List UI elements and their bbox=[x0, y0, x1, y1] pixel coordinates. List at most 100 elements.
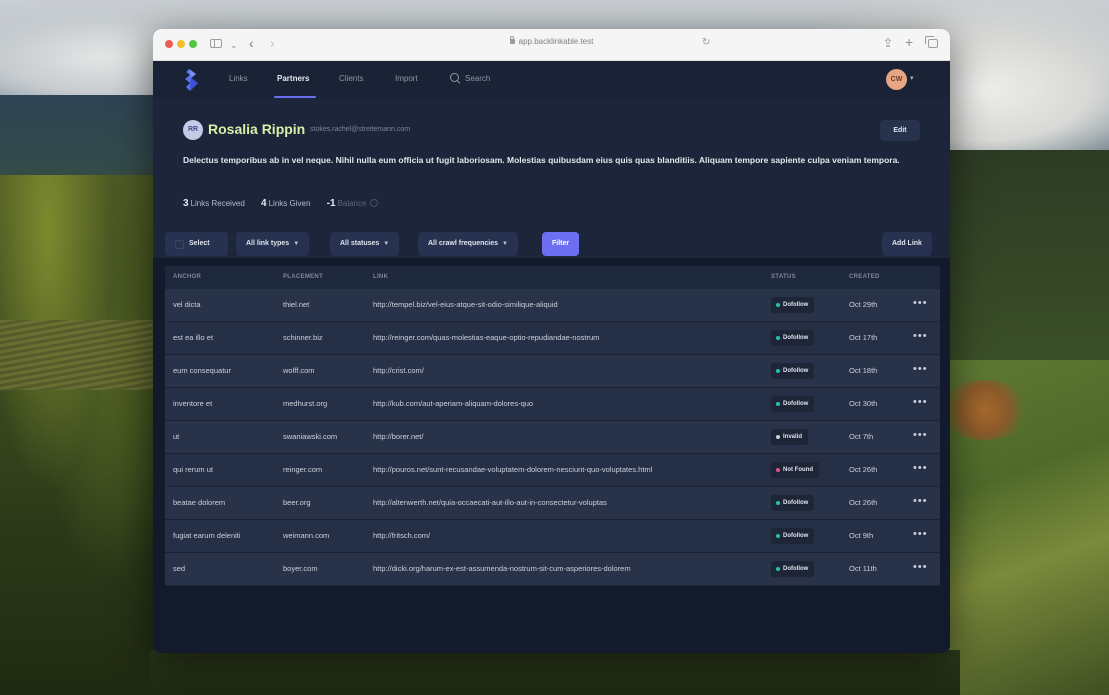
nav-links[interactable]: Links bbox=[229, 74, 248, 83]
table-row[interactable]: sed boyer.com http://dicki.org/harum-ex-es… bbox=[165, 553, 940, 586]
more-options-icon[interactable]: ••• bbox=[913, 429, 928, 441]
anchor-cell: fugiat earum deleniti bbox=[173, 531, 241, 540]
top-navigation: Links Partners Clients Import Search CW … bbox=[153, 61, 950, 98]
more-options-icon[interactable]: ••• bbox=[913, 330, 928, 342]
browser-window: ⌄ ‹ › app.backlinkable.test ↻ ⇪ + Links … bbox=[153, 29, 950, 653]
nav-partners[interactable]: Partners bbox=[277, 74, 309, 83]
table-row[interactable]: eum consequatur wolff.com http://crist.com… bbox=[165, 355, 940, 388]
created-cell: Oct 30th bbox=[849, 399, 878, 408]
placement-cell: boyer.com bbox=[283, 564, 318, 573]
table-body: vel dicta thiel.net http://tempel.biz/vel-… bbox=[165, 289, 940, 586]
lock-icon bbox=[509, 36, 515, 44]
status-badge: Dofollow bbox=[771, 330, 815, 346]
browser-titlebar: ⌄ ‹ › app.backlinkable.test ↻ ⇪ + bbox=[153, 29, 950, 61]
link-cell[interactable]: http://tempel.biz/vel-eius-atque-sit-odi… bbox=[373, 300, 558, 309]
table-row[interactable]: vel dicta thiel.net http://tempel.biz/vel-… bbox=[165, 289, 940, 322]
status-badge: Not Found bbox=[771, 462, 819, 478]
more-options-icon[interactable]: ••• bbox=[913, 528, 928, 540]
link-cell[interactable]: http://fritsch.com/ bbox=[373, 531, 430, 540]
anchor-cell: vel dicta bbox=[173, 300, 201, 309]
app-logo-icon[interactable] bbox=[180, 66, 206, 94]
user-avatar[interactable]: CW bbox=[886, 69, 907, 90]
created-cell: Oct 26th bbox=[849, 465, 878, 474]
placement-cell: weimann.com bbox=[283, 531, 330, 540]
nav-clients[interactable]: Clients bbox=[339, 74, 363, 83]
chevron-down-icon[interactable]: ▾ bbox=[910, 74, 914, 82]
table-row[interactable]: qui rerum ut reinger.com http://pouros.net… bbox=[165, 454, 940, 487]
status-badge: Invalid bbox=[771, 429, 809, 445]
column-created[interactable]: CREATED bbox=[849, 274, 880, 280]
links-received-stat: 3 Links Received bbox=[183, 198, 245, 209]
anchor-cell: inventore et bbox=[173, 399, 213, 408]
reload-icon[interactable]: ↻ bbox=[702, 37, 710, 48]
link-cell[interactable]: http://reinger.com/quas-molestias-eaque-… bbox=[373, 333, 599, 342]
partner-name: Rosalia Rippin bbox=[208, 121, 306, 137]
table-row[interactable]: inventore et medhurst.org http://kub.com/a… bbox=[165, 388, 940, 421]
link-cell[interactable]: http://altenwerth.net/quia-occaecati-aut… bbox=[373, 498, 607, 507]
nav-import[interactable]: Import bbox=[395, 74, 418, 83]
nav-search[interactable]: Search bbox=[465, 74, 490, 83]
info-icon[interactable] bbox=[370, 199, 379, 207]
chevron-down-icon: ▼ bbox=[293, 241, 300, 247]
address-bar[interactable]: app.backlinkable.test bbox=[153, 36, 950, 46]
created-cell: Oct 17th bbox=[849, 333, 878, 342]
anchor-cell: beatae dolorem bbox=[173, 498, 226, 507]
created-cell: Oct 7th bbox=[849, 432, 874, 441]
column-status[interactable]: STATUS bbox=[771, 274, 796, 280]
more-options-icon[interactable]: ••• bbox=[913, 462, 928, 474]
created-cell: Oct 29th bbox=[849, 300, 878, 309]
chevron-down-icon: ▼ bbox=[502, 241, 508, 247]
statuses-dropdown[interactable]: All statuses ▼ bbox=[330, 232, 400, 256]
links-given-stat: 4 Links Given bbox=[261, 198, 311, 209]
link-cell[interactable]: http://pouros.net/sunt-recusandae-volupt… bbox=[373, 465, 652, 474]
created-cell: Oct 26th bbox=[849, 498, 878, 507]
anchor-cell: ut bbox=[173, 432, 180, 441]
link-cell[interactable]: http://dicki.org/harum-ex-est-assumenda-… bbox=[373, 564, 631, 573]
anchor-cell: qui rerum ut bbox=[173, 465, 214, 474]
filter-button[interactable]: Filter bbox=[542, 232, 580, 256]
placement-cell: wolff.com bbox=[283, 366, 315, 375]
select-button[interactable]: Select bbox=[165, 232, 228, 256]
share-icon[interactable]: ⇪ bbox=[883, 35, 893, 51]
more-options-icon[interactable]: ••• bbox=[913, 495, 928, 507]
more-options-icon[interactable]: ••• bbox=[913, 396, 928, 408]
status-badge: Dofollow bbox=[771, 561, 815, 577]
edit-button[interactable]: Edit bbox=[880, 120, 920, 141]
column-placement[interactable]: PLACEMENT bbox=[283, 274, 323, 280]
status-badge: Dofollow bbox=[771, 396, 815, 412]
status-badge: Dofollow bbox=[771, 528, 815, 544]
created-cell: Oct 18th bbox=[849, 366, 878, 375]
more-options-icon[interactable]: ••• bbox=[913, 297, 928, 309]
link-cell[interactable]: http://kub.com/aut-aperiam-aliquam-dolor… bbox=[373, 399, 533, 408]
created-cell: Oct 11th bbox=[849, 564, 877, 573]
partner-bio: Delectus temporibus ab in vel neque. Nih… bbox=[183, 155, 900, 165]
partner-avatar: RR bbox=[183, 120, 203, 140]
new-tab-icon[interactable]: + bbox=[905, 34, 913, 50]
tab-overview-icon[interactable] bbox=[925, 36, 938, 48]
links-table: ANCHOR PLACEMENT LINK STATUS CREATED vel… bbox=[165, 266, 940, 586]
table-row[interactable]: fugiat earum deleniti weimann.com http://f… bbox=[165, 520, 940, 553]
partner-stats: 3 Links Received 4 Links Given -1 Balance bbox=[183, 198, 392, 209]
partner-email[interactable]: stokes.rachel@streitemann.com bbox=[310, 126, 410, 133]
anchor-cell: sed bbox=[173, 564, 186, 573]
crawl-frequency-dropdown[interactable]: All crawl frequencies ▼ bbox=[418, 232, 518, 256]
created-cell: Oct 9th bbox=[849, 531, 874, 540]
status-badge: Dofollow bbox=[771, 297, 815, 313]
column-anchor[interactable]: ANCHOR bbox=[173, 274, 201, 280]
column-link[interactable]: LINK bbox=[373, 274, 388, 280]
filter-bar: Select All link types ▼ All statuses ▼ All… bbox=[153, 229, 950, 261]
table-row[interactable]: est ea illo et schinner.biz http://reinger… bbox=[165, 322, 940, 355]
table-row[interactable]: ut swaniawski.com http://borer.net/Invalid… bbox=[165, 421, 940, 454]
more-options-icon[interactable]: ••• bbox=[913, 561, 928, 573]
placement-cell: swaniawski.com bbox=[283, 432, 338, 441]
link-cell[interactable]: http://borer.net/ bbox=[373, 432, 423, 441]
more-options-icon[interactable]: ••• bbox=[913, 363, 928, 375]
search-icon[interactable] bbox=[450, 73, 459, 82]
link-types-dropdown[interactable]: All link types ▼ bbox=[236, 232, 310, 256]
placement-cell: reinger.com bbox=[283, 465, 323, 474]
status-badge: Dofollow bbox=[771, 495, 815, 511]
link-cell[interactable]: http://crist.com/ bbox=[373, 366, 424, 375]
add-link-button[interactable]: Add Link bbox=[882, 232, 932, 256]
app-root: Links Partners Clients Import Search CW … bbox=[153, 61, 950, 653]
table-row[interactable]: beatae dolorem beer.org http://altenwerth.… bbox=[165, 487, 940, 520]
